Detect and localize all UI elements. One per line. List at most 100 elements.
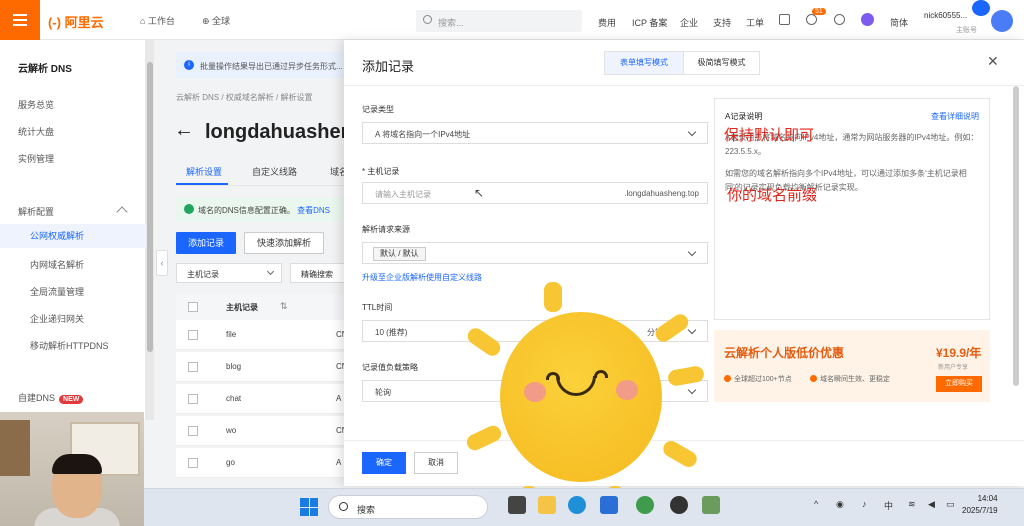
line-select[interactable]: 默认 / 默认 [362,242,708,264]
help-detail-link[interactable]: 查看详细说明 [931,111,979,122]
annotation-keep-default: 保持默认即可 [724,127,815,144]
windows-start-icon[interactable] [300,498,318,516]
nav-billing[interactable]: 费用 [598,16,616,29]
quick-add-button[interactable]: 快速添加解析 [244,232,324,254]
language-switch[interactable]: 简体 [890,16,908,29]
sun-eye [594,370,608,378]
nav-support[interactable]: 支持 [713,16,731,29]
sidebar-section-config[interactable]: 解析配置 [18,205,54,218]
sidebar-item-recursive[interactable]: 企业递归网关 [30,312,84,325]
quick-mode-button[interactable]: 极简填写模式 [683,52,759,74]
form-mode-button[interactable]: 表单填写模式 [605,52,683,74]
sidebar-item-gtm[interactable]: 全局流量管理 [30,285,84,298]
bell-icon[interactable] [806,14,817,25]
file-explorer-icon[interactable] [538,496,556,514]
promo-feature: 域名瞬间生效、更稳定 [820,376,890,383]
table-header: 主机记录 ⇅ [176,294,352,320]
chevron-down-icon [687,127,697,137]
promo-price: ¥19.9/年 [936,346,982,360]
promo-banner[interactable]: 云解析个人版低价优惠 ¥19.9/年 新用户专享 全球超过100+节点 域名瞬间… [714,330,990,402]
search-icon [423,15,432,24]
sidebar-item-self-dns[interactable]: 自建DNS NEW [18,391,84,404]
table-row[interactable]: wo CN [176,416,352,446]
info-banner: i 批量操作结果导出已通过异步任务形式... [176,52,356,78]
tray-chevron-icon[interactable]: ^ [814,499,818,509]
tab-custom-lines[interactable]: 自定义线路 [252,165,297,178]
volume-icon[interactable]: ◀ [928,499,935,510]
tab-dns-settings[interactable]: 解析设置 [186,165,222,178]
add-record-drawer: 添加记录 表单填写模式 极简填写模式 ✕ 记录类型 A 将域名指向一个IPv4地… [344,40,1024,486]
taskbar-search[interactable]: 搜索 [328,495,488,519]
ime-indicator[interactable]: 中 [884,499,893,512]
username[interactable]: nick60555... [924,11,967,20]
store-icon[interactable] [600,496,618,514]
clock[interactable]: 14:04 2025/7/19 [962,493,998,517]
app-icon[interactable] [702,496,720,514]
table-row[interactable]: file CN [176,320,352,350]
search-input[interactable]: 搜索... [416,10,582,32]
sidebar-scrollbar[interactable] [146,40,154,420]
table-row[interactable]: blog CN [176,352,352,382]
wifi-icon[interactable]: ≋ [908,499,916,510]
add-record-button[interactable]: 添加记录 [176,232,236,254]
ai-assistant-icon[interactable] [861,13,874,26]
record-type-label: 记录类型 [362,105,394,114]
drawer-scrollbar[interactable] [1012,86,1020,438]
host-record-input[interactable]: 请输入主机记录 .longdahuasheng.top [362,182,708,204]
promo-price-note: 新用户专享 [938,365,969,371]
nav-icp[interactable]: ICP 备案 [632,16,667,29]
battery-icon[interactable]: ▭ [946,499,955,510]
upgrade-link[interactable]: 升级至企业版解析使用自定义线路 [362,272,482,283]
buy-now-button[interactable]: 立即购买 [936,376,982,392]
floating-widget-icon[interactable] [972,0,990,16]
active-tab-indicator [176,183,228,185]
sidebar-item-public-dns[interactable]: 公网权威解析 [0,224,146,248]
aliyun-logo[interactable]: (-) 阿里云 [48,12,104,31]
close-icon[interactable]: ✕ [987,53,999,70]
sun-face [500,312,662,482]
account-type: 主账号 [956,27,977,34]
back-arrow-icon[interactable]: ← [174,119,194,142]
view-dns-link[interactable]: 查看DNS [297,206,330,215]
region-selector[interactable]: ⊕ 全球 [202,14,230,27]
table-row[interactable]: chat A [176,384,352,414]
host-label: * 主机记录 [362,167,400,176]
sidebar-item-private-dns[interactable]: 内网域名解析 [30,258,84,271]
line-label: 解析请求来源 [362,225,410,234]
sidebar-item-stats[interactable]: 统计大盘 [18,125,54,138]
drawer-divider [344,85,1024,86]
confirm-button[interactable]: 确定 [362,452,406,474]
select-all-checkbox[interactable] [188,302,198,312]
filter-select[interactable]: 主机记录 [176,263,282,283]
image-icon[interactable] [779,14,790,25]
breadcrumb[interactable]: 云解析 DNS / 权威域名解析 / 解析设置 [176,92,312,103]
browser-icon[interactable] [636,496,654,514]
avatar[interactable] [991,10,1013,32]
menu-icon[interactable] [0,0,40,40]
help-title: A记录说明 [725,112,763,121]
edge-icon[interactable] [568,496,586,514]
sort-icon[interactable]: ⇅ [280,301,288,312]
help-icon[interactable] [834,14,845,25]
record-type-select[interactable]: A 将域名指向一个IPv4地址 [362,122,708,144]
collapse-sidebar-button[interactable]: ‹ [156,250,168,276]
sidebar-item-httpdns[interactable]: 移动解析HTTPDNS [30,339,109,352]
promo-feature: 全球超过100+节点 [734,376,792,383]
mode-switch: 表单填写模式 极简填写模式 [604,51,760,75]
chevron-up-icon[interactable] [116,206,128,218]
search-mode-select[interactable]: 精确搜索 [290,263,352,283]
task-view-icon[interactable] [508,496,526,514]
tray-app-icon[interactable]: ◉ [836,499,844,510]
recorder-icon[interactable] [670,496,688,514]
sidebar-item-instances[interactable]: 实例管理 [18,152,54,165]
cancel-button[interactable]: 取消 [414,452,458,474]
workbench-link[interactable]: ⌂ 工作台 [140,14,175,27]
sidebar-item-overview[interactable]: 服务总览 [18,98,54,111]
sun-cheek [524,382,546,402]
table-row[interactable]: go A [176,448,352,478]
nav-enterprise[interactable]: 企业 [680,16,698,29]
nav-ticket[interactable]: 工单 [746,16,764,29]
chevron-down-icon [687,247,697,257]
microphone-icon[interactable]: ♪ [862,499,867,509]
sun-ray [544,282,562,312]
